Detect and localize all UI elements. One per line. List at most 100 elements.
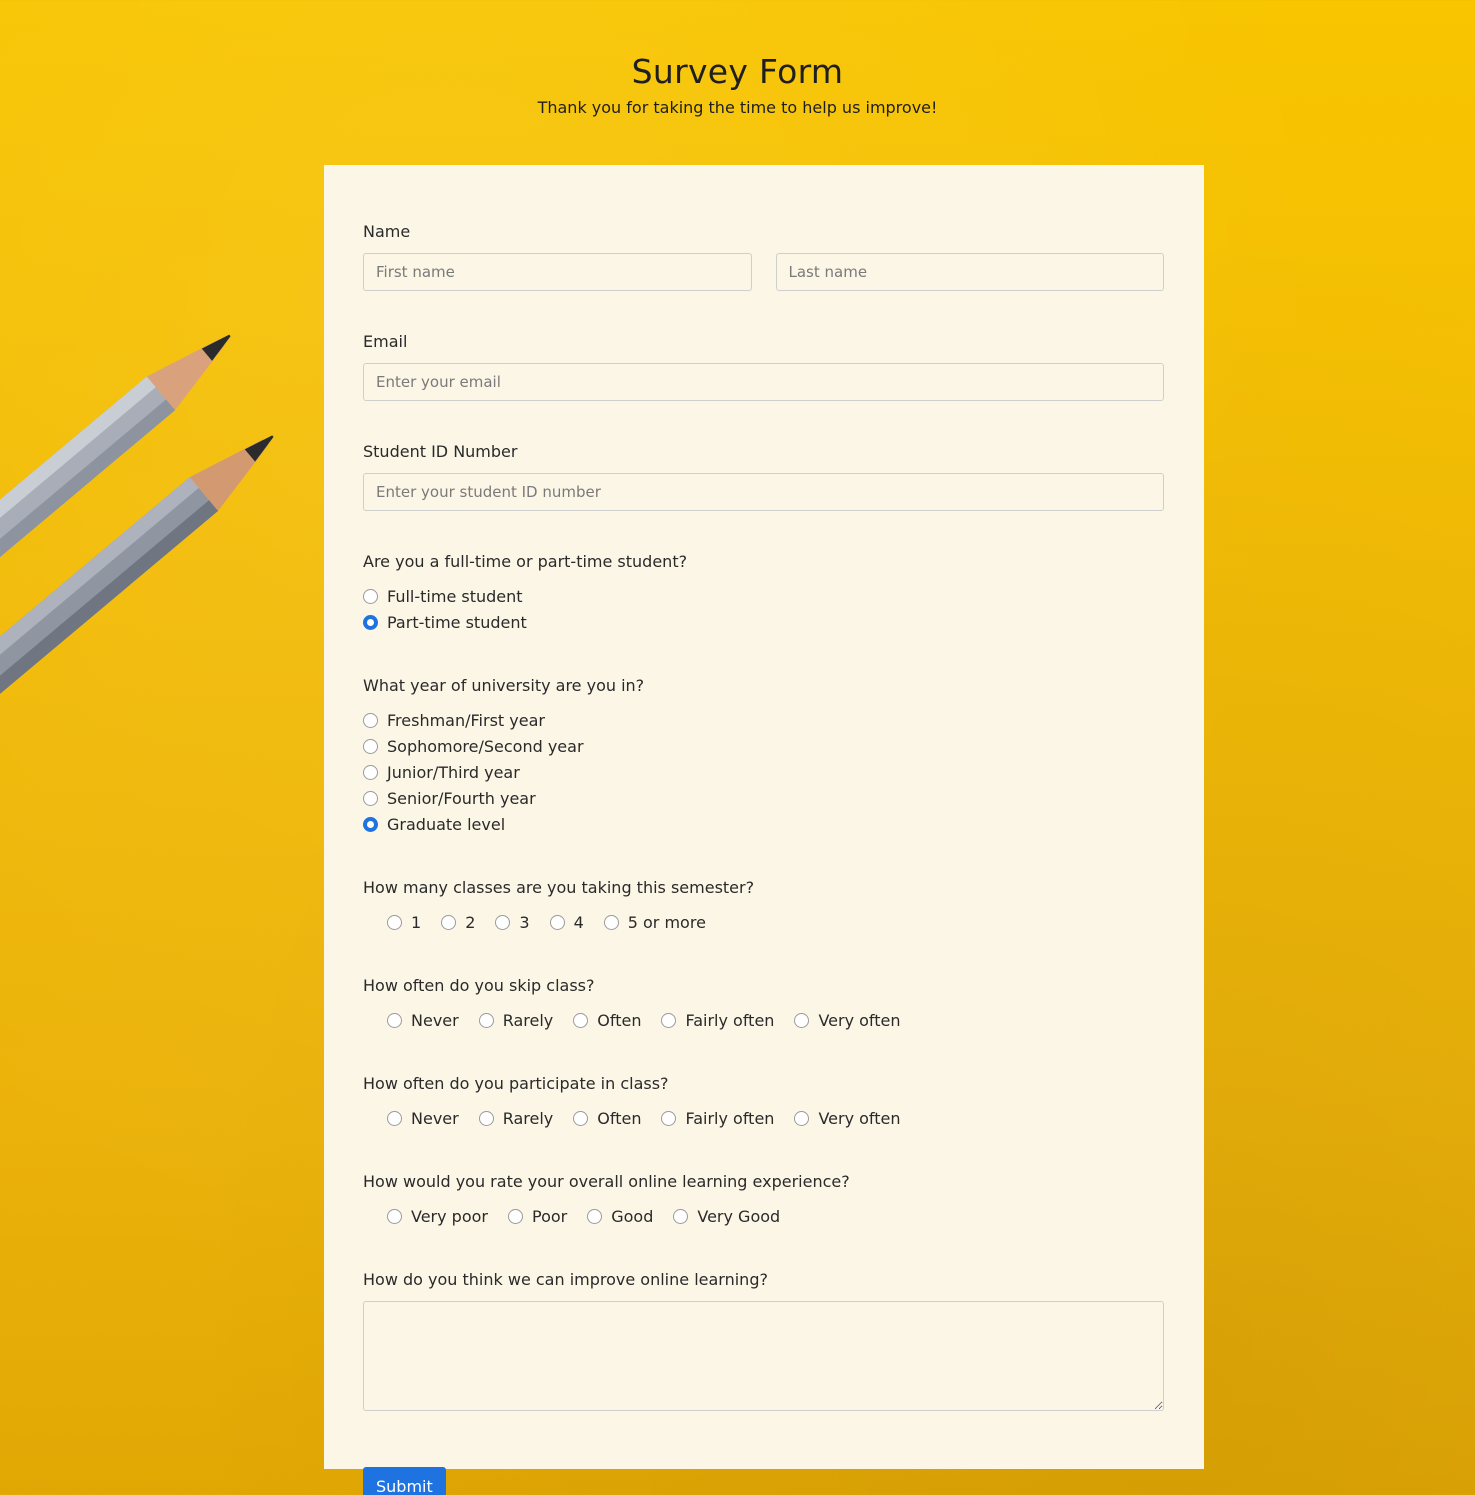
year-group: What year of university are you in? Fres… (363, 675, 1164, 837)
year-option-label: Junior/Third year (387, 762, 520, 782)
classes-option-2[interactable]: 2 (441, 909, 475, 935)
rating-option-good[interactable]: Good (587, 1203, 653, 1229)
survey-form: Name Email Student ID Number Are you a f… (324, 165, 1204, 1495)
radio-unchecked-icon[interactable] (387, 914, 402, 930)
radio-unchecked-icon[interactable] (363, 588, 378, 604)
rating-option-very-good[interactable]: Very Good (673, 1203, 780, 1229)
skip-group: How often do you skip class? Never Rarel… (363, 975, 1164, 1033)
rating-option-label: Poor (532, 1206, 568, 1226)
radio-unchecked-icon[interactable] (478, 1110, 494, 1126)
skip-option-label: Never (411, 1010, 459, 1030)
email-label: Email (363, 332, 408, 351)
year-option-graduate[interactable]: Graduate level (363, 811, 1164, 837)
student-id-group: Student ID Number (363, 441, 1164, 511)
classes-option-label: 3 (519, 912, 530, 932)
improve-textarea[interactable] (363, 1301, 1164, 1411)
participate-option-often[interactable]: Often (573, 1105, 641, 1131)
submit-button[interactable]: Submit (363, 1467, 446, 1495)
skip-option-label: Very often (818, 1010, 901, 1030)
radio-unchecked-icon[interactable] (387, 1012, 402, 1028)
participate-option-label: Rarely (502, 1108, 554, 1128)
radio-unchecked-icon[interactable] (508, 1208, 523, 1224)
radio-unchecked-icon[interactable] (603, 914, 619, 930)
last-name-input[interactable] (775, 253, 1164, 291)
classes-option-3[interactable]: 3 (495, 909, 530, 935)
participate-group: How often do you participate in class? N… (363, 1073, 1164, 1131)
classes-option-label: 4 (573, 912, 584, 932)
year-option-junior[interactable]: Junior/Third year (363, 759, 1164, 785)
email-group: Email (363, 331, 1164, 401)
skip-option-fairly-often[interactable]: Fairly often (661, 1007, 774, 1033)
radio-unchecked-icon[interactable] (363, 712, 378, 728)
participate-option-very-often[interactable]: Very often (794, 1105, 901, 1131)
radio-unchecked-icon[interactable] (573, 1110, 589, 1126)
participate-option-label: Fairly often (685, 1108, 775, 1128)
radio-unchecked-icon[interactable] (363, 738, 378, 754)
classes-option-label: 5 or more (627, 912, 706, 932)
rating-question: How would you rate your overall online l… (363, 1172, 850, 1191)
status-option-label: Part-time student (387, 612, 527, 632)
participate-option-never[interactable]: Never (387, 1105, 459, 1131)
skip-option-label: Rarely (502, 1010, 554, 1030)
radio-checked-icon[interactable] (363, 614, 378, 630)
rating-option-label: Good (611, 1206, 654, 1226)
radio-unchecked-icon[interactable] (387, 1110, 402, 1126)
radio-unchecked-icon[interactable] (495, 914, 511, 930)
page-title: Survey Form (631, 52, 844, 91)
student-id-input[interactable] (363, 473, 1164, 511)
name-group: Name (363, 221, 1164, 291)
email-input[interactable] (363, 363, 1164, 401)
classes-option-5-or-more[interactable]: 5 or more (603, 909, 706, 935)
radio-unchecked-icon[interactable] (363, 764, 378, 780)
rating-option-label: Very poor (411, 1206, 488, 1226)
skip-option-never[interactable]: Never (387, 1007, 459, 1033)
status-option-part-time[interactable]: Part-time student (363, 609, 1164, 635)
participate-option-rarely[interactable]: Rarely (478, 1105, 554, 1131)
status-option-full-time[interactable]: Full-time student (363, 583, 1164, 609)
radio-unchecked-icon[interactable] (549, 914, 565, 930)
radio-unchecked-icon[interactable] (661, 1012, 677, 1028)
radio-unchecked-icon[interactable] (573, 1012, 589, 1028)
rating-option-poor[interactable]: Poor (508, 1203, 567, 1229)
first-name-input[interactable] (363, 253, 752, 291)
radio-unchecked-icon[interactable] (363, 790, 378, 806)
rating-option-label: Very Good (697, 1206, 781, 1226)
radio-unchecked-icon[interactable] (587, 1208, 603, 1224)
radio-unchecked-icon[interactable] (661, 1110, 677, 1126)
year-option-label: Freshman/First year (387, 710, 545, 730)
classes-option-4[interactable]: 4 (549, 909, 584, 935)
rating-group: How would you rate your overall online l… (363, 1171, 1164, 1229)
participate-option-label: Never (411, 1108, 459, 1128)
page-subtitle: Thank you for taking the time to help us… (537, 98, 938, 117)
classes-group: How many classes are you taking this sem… (363, 877, 1164, 935)
radio-unchecked-icon[interactable] (673, 1208, 689, 1224)
participate-option-label: Very often (818, 1108, 901, 1128)
status-question: Are you a full-time or part-time student… (363, 552, 688, 571)
skip-option-often[interactable]: Often (573, 1007, 641, 1033)
rating-option-very-poor[interactable]: Very poor (387, 1203, 488, 1229)
classes-question: How many classes are you taking this sem… (363, 878, 755, 897)
skip-option-label: Often (597, 1010, 642, 1030)
classes-option-label: 2 (465, 912, 476, 932)
improve-question: How do you think we can improve online l… (363, 1270, 768, 1289)
skip-option-label: Fairly often (685, 1010, 775, 1030)
status-group: Are you a full-time or part-time student… (363, 551, 1164, 635)
radio-unchecked-icon[interactable] (478, 1012, 494, 1028)
skip-option-very-often[interactable]: Very often (794, 1007, 901, 1033)
year-option-senior[interactable]: Senior/Fourth year (363, 785, 1164, 811)
radio-checked-icon[interactable] (363, 816, 378, 832)
skip-option-rarely[interactable]: Rarely (478, 1007, 554, 1033)
classes-option-1[interactable]: 1 (387, 909, 421, 935)
year-option-sophomore[interactable]: Sophomore/Second year (363, 733, 1164, 759)
year-option-label: Senior/Fourth year (387, 788, 536, 808)
radio-unchecked-icon[interactable] (794, 1110, 810, 1126)
year-option-freshman[interactable]: Freshman/First year (363, 707, 1164, 733)
participate-option-fairly-often[interactable]: Fairly often (661, 1105, 774, 1131)
radio-unchecked-icon[interactable] (387, 1208, 402, 1224)
year-question: What year of university are you in? (363, 676, 645, 695)
participate-question: How often do you participate in class? (363, 1074, 669, 1093)
participate-option-label: Often (597, 1108, 642, 1128)
radio-unchecked-icon[interactable] (794, 1012, 810, 1028)
pencils-illustration (0, 334, 274, 700)
radio-unchecked-icon[interactable] (441, 914, 457, 930)
